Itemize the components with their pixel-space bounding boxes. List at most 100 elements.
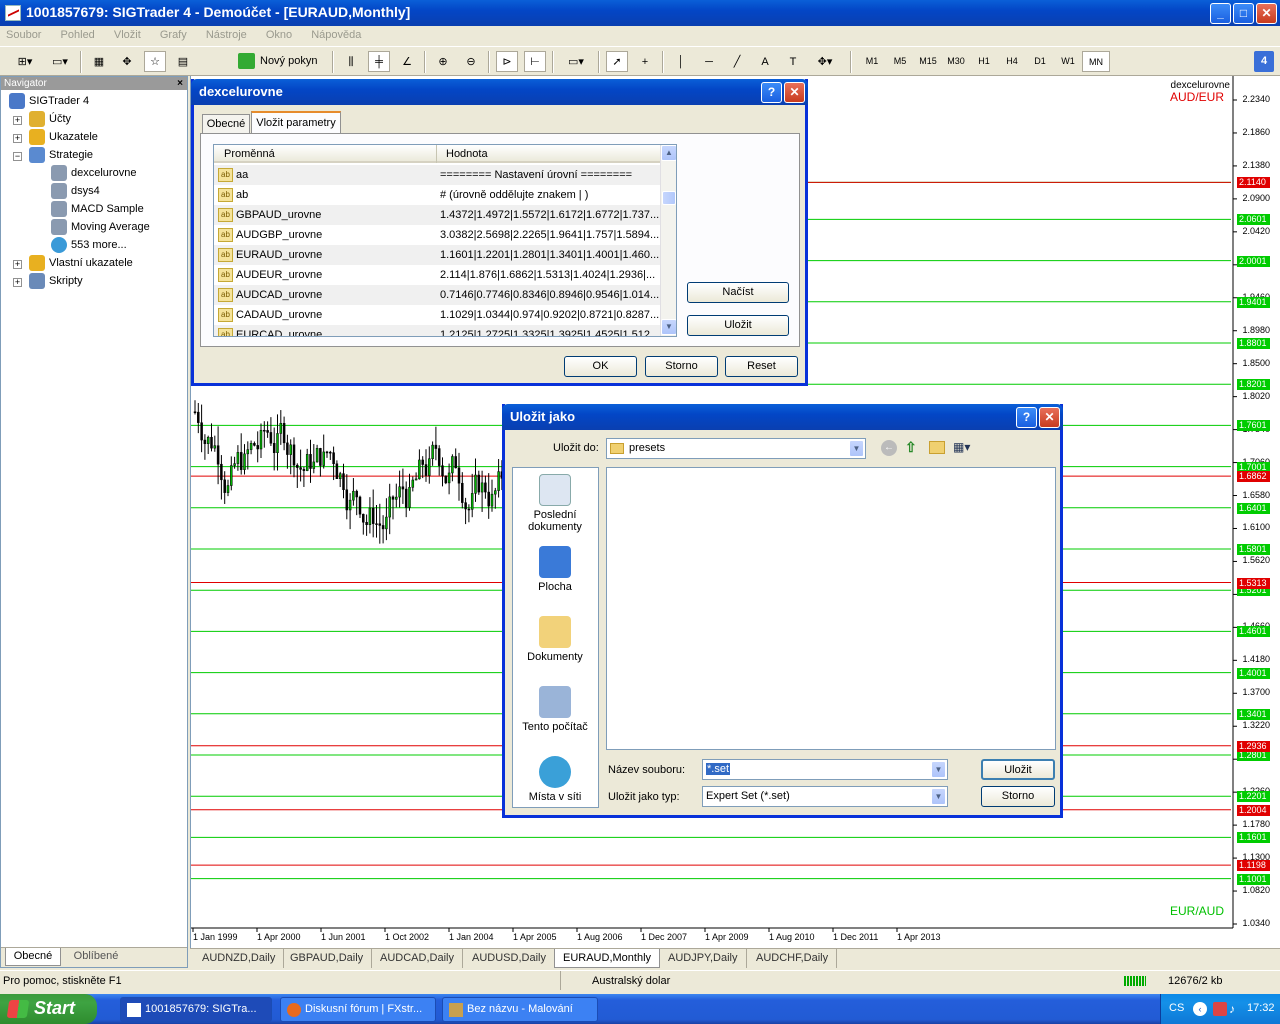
timeframe-m15[interactable]: M15 — [914, 51, 942, 72]
menu-grafy[interactable]: Grafy — [160, 29, 187, 41]
tab-oblibene[interactable]: Oblíbené — [65, 948, 127, 966]
view-menu-icon[interactable]: ▦▾ — [953, 440, 977, 456]
tab-obecne[interactable]: Obecné — [5, 948, 61, 966]
timeframe-w1[interactable]: W1 — [1054, 51, 1082, 72]
help-button[interactable]: ? — [1016, 407, 1037, 428]
up-folder-icon[interactable]: ⇧ — [905, 439, 921, 457]
param-row[interactable]: ab ab # (úrovně oddělujte znakem | ) — [214, 185, 660, 205]
line-chart-icon[interactable]: ∠ — [396, 51, 418, 72]
close-button[interactable]: ✕ — [1256, 3, 1277, 24]
crosshair-icon[interactable]: + — [634, 51, 656, 72]
param-row[interactable]: ab EURAUD_urovne 1.1601|1.2201|1.2801|1.34… — [214, 245, 660, 265]
scroll-down-icon[interactable]: ▼ — [661, 319, 676, 335]
tree-item-vlastni-ukazatele[interactable]: Vlastní ukazatele — [29, 255, 133, 271]
candlestick-icon[interactable]: ╪ — [368, 51, 390, 72]
param-row[interactable]: ab AUDEUR_urovne 2.114|1.876|1.6862|1.5313… — [214, 265, 660, 285]
param-row[interactable]: ab aa ======== Nastavení úrovní ======== — [214, 165, 660, 185]
timeframe-d1[interactable]: D1 — [1026, 51, 1054, 72]
tree-item-skripty[interactable]: Skripty — [29, 273, 83, 289]
chart-tab-gbpaud[interactable]: GBPAUD,Daily — [282, 949, 373, 968]
reset-button[interactable]: Reset — [725, 356, 798, 377]
menu-vlozit[interactable]: Vložit — [114, 29, 141, 41]
tab-obecne[interactable]: Obecné — [202, 114, 250, 134]
profiles-icon[interactable]: ▭▾ — [46, 51, 74, 72]
save-params-button[interactable]: Uložit — [687, 315, 789, 336]
timeframe-mn[interactable]: MN — [1082, 51, 1110, 72]
tree-item-ucty[interactable]: Účty — [29, 111, 71, 127]
timeframe-h4[interactable]: H4 — [998, 51, 1026, 72]
navigator-icon[interactable]: ✥ — [116, 51, 138, 72]
tree-item-dexcelurovne[interactable]: dexcelurovne — [51, 165, 136, 181]
arrows-icon[interactable]: ✥▾ — [810, 51, 840, 72]
menu-pohled[interactable]: Pohled — [61, 29, 95, 41]
chevron-down-icon[interactable]: ▼ — [931, 761, 946, 778]
trendline-icon[interactable]: ╱ — [726, 51, 748, 72]
chart-tab-audusd[interactable]: AUDUSD,Daily — [464, 949, 555, 968]
tree-item-dsys4[interactable]: dsys4 — [51, 183, 100, 199]
param-row[interactable]: ab GBPAUD_urovne 1.4372|1.4972|1.5572|1.61… — [214, 205, 660, 225]
save-dialog-close-button[interactable]: ✕ — [1039, 407, 1060, 428]
save-button[interactable]: Uložit — [981, 759, 1055, 780]
param-row[interactable]: ab AUDGBP_urovne 3.0382|2.5698|2.2265|1.96… — [214, 225, 660, 245]
expand-icon[interactable]: + — [13, 134, 22, 143]
chevron-down-icon[interactable]: ▼ — [931, 788, 946, 805]
tree-item-moving-average[interactable]: Moving Average — [51, 219, 150, 235]
autoscroll-icon[interactable]: ⊳ — [496, 51, 518, 72]
language-indicator[interactable]: CS — [1169, 1002, 1184, 1014]
expand-icon[interactable]: + — [13, 116, 22, 125]
scroll-thumb[interactable] — [662, 191, 676, 205]
timeframe-m5[interactable]: M5 — [886, 51, 914, 72]
file-list[interactable] — [606, 467, 1056, 750]
menu-nastroje[interactable]: Nástroje — [206, 29, 247, 41]
chart-tab-euraud[interactable]: EURAUD,Monthly — [554, 949, 661, 968]
tab-vlozit-parametry[interactable]: Vložit parametry — [251, 111, 341, 134]
zoom-in-icon[interactable]: ⊕ — [432, 51, 454, 72]
param-row[interactable]: ab EURCAD_urovne 1.2125|1.2725|1.3325|1.39… — [214, 325, 660, 336]
place-network[interactable]: Místa v síti — [513, 756, 597, 803]
expand-icon[interactable]: + — [13, 278, 22, 287]
volume-icon[interactable]: ♪ — [1229, 1002, 1241, 1016]
toolbar-badge[interactable]: 4 — [1254, 51, 1274, 72]
task-paint[interactable]: Bez názvu - Malování — [442, 997, 598, 1022]
help-button[interactable]: ? — [761, 82, 782, 103]
cancel-button[interactable]: Storno — [981, 786, 1055, 807]
new-order-button[interactable]: Nový pokyn — [236, 51, 322, 72]
terminal-icon[interactable]: ▤ — [172, 51, 194, 72]
timeframe-m30[interactable]: M30 — [942, 51, 970, 72]
task-firefox[interactable]: Diskusní fórum | FXstr... — [280, 997, 436, 1022]
tree-item-strategie[interactable]: Strategie — [29, 147, 93, 163]
text-label-icon[interactable]: T — [782, 51, 804, 72]
place-computer[interactable]: Tento počítač — [513, 686, 597, 733]
ok-button[interactable]: OK — [564, 356, 637, 377]
filetype-combo[interactable]: Expert Set (*.set) ▼ — [702, 786, 948, 807]
chart-tab-audchf[interactable]: AUDCHF,Daily — [748, 949, 838, 968]
menu-napoveda[interactable]: Nápověda — [311, 29, 361, 41]
place-desktop[interactable]: Plocha — [513, 546, 597, 593]
tree-item-ukazatele[interactable]: Ukazatele — [29, 129, 98, 145]
vertical-line-icon[interactable]: │ — [670, 51, 692, 72]
new-folder-icon[interactable] — [929, 441, 945, 454]
templates-icon[interactable]: ▭▾ — [560, 51, 592, 72]
params-scrollbar[interactable]: ▲ ▼ — [660, 145, 676, 336]
chart-tab-audnzd[interactable]: AUDNZD,Daily — [194, 949, 285, 968]
tree-item-sigtrader[interactable]: SIGTrader 4 — [9, 93, 89, 109]
place-recent[interactable]: Poslední dokumenty — [513, 474, 597, 533]
chart-tab-audcad[interactable]: AUDCAD,Daily — [372, 949, 463, 968]
new-chart-icon[interactable]: ⊞▾ — [8, 51, 42, 72]
param-row[interactable]: ab AUDCAD_urovne 0.7146|0.7746|0.8346|0.89… — [214, 285, 660, 305]
chart-shift-icon[interactable]: ⊢ — [524, 51, 546, 72]
save-in-combo[interactable]: presets ▼ — [606, 438, 866, 459]
menu-soubor[interactable]: Soubor — [6, 29, 41, 41]
menu-okno[interactable]: Okno — [266, 29, 292, 41]
scroll-up-icon[interactable]: ▲ — [661, 145, 676, 161]
horizontal-line-icon[interactable]: ─ — [698, 51, 720, 72]
zoom-out-icon[interactable]: ⊖ — [460, 51, 482, 72]
text-icon[interactable]: A — [754, 51, 776, 72]
chevron-down-icon[interactable]: ▼ — [849, 440, 864, 457]
param-row[interactable]: ab CADAUD_urovne 1.1029|1.0344|0.974|0.920… — [214, 305, 660, 325]
chart-tab-audjpy[interactable]: AUDJPY,Daily — [660, 949, 747, 968]
minimize-button[interactable]: _ — [1210, 3, 1231, 24]
timeframe-m1[interactable]: M1 — [858, 51, 886, 72]
place-documents[interactable]: Dokumenty — [513, 616, 597, 663]
maximize-button[interactable]: □ — [1233, 3, 1254, 24]
